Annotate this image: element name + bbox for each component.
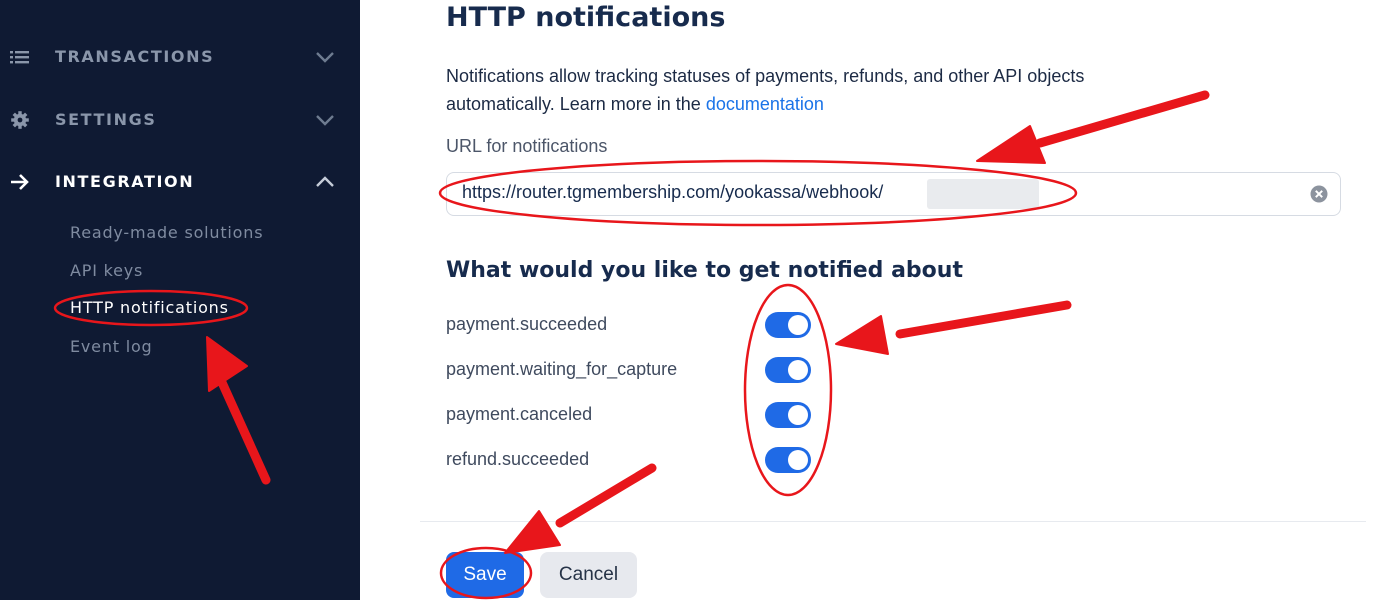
event-label: payment.waiting_for_capture — [446, 359, 678, 379]
event-toggle[interactable] — [765, 312, 811, 338]
redacted-url-part — [927, 179, 1039, 209]
clear-icon[interactable] — [1310, 185, 1328, 203]
events-title: What would you like to get notified abou… — [446, 258, 963, 283]
list-icon — [10, 51, 29, 64]
sidebar: TRANSACTIONS SETTINGS INTEGRATION Ready-… — [0, 0, 360, 600]
url-field-label: URL for notifications — [446, 136, 608, 156]
event-label: payment.canceled — [446, 404, 593, 424]
chevron-up-icon — [316, 176, 334, 187]
nav-label: SETTINGS — [55, 110, 157, 129]
event-label: payment.succeeded — [446, 314, 608, 334]
event-row: payment.waiting_for_capture — [446, 357, 846, 387]
nav-item-transactions[interactable]: TRANSACTIONS — [0, 35, 360, 79]
subitem-api-keys[interactable]: API keys — [70, 261, 143, 280]
url-input-value: https://router.tgmembership.com/yookassa… — [462, 182, 884, 202]
event-toggle[interactable] — [765, 402, 811, 428]
event-row: refund.succeeded — [446, 447, 846, 477]
event-row: payment.succeeded — [446, 312, 846, 342]
documentation-link[interactable]: documentation — [706, 94, 824, 114]
main-content: HTTP notifications Notifications allow t… — [360, 0, 1391, 600]
event-label: refund.succeeded — [446, 449, 590, 469]
subitem-ready-made-solutions[interactable]: Ready-made solutions — [70, 223, 263, 242]
description: Notifications allow tracking statuses of… — [446, 62, 1166, 118]
event-toggle[interactable] — [765, 357, 811, 383]
arrow-right-icon — [11, 174, 29, 190]
chevron-down-icon — [316, 52, 334, 63]
save-button[interactable]: Save — [446, 552, 524, 598]
event-row: payment.canceled — [446, 402, 846, 432]
chevron-down-icon — [316, 115, 334, 126]
subitem-http-notifications[interactable]: HTTP notifications — [70, 298, 229, 317]
event-toggle[interactable] — [765, 447, 811, 473]
subitem-event-log[interactable]: Event log — [70, 337, 153, 356]
gear-icon — [11, 111, 29, 129]
nav-item-settings[interactable]: SETTINGS — [0, 98, 360, 142]
divider — [420, 521, 1366, 522]
url-input[interactable]: https://router.tgmembership.com/yookassa… — [446, 172, 1341, 216]
page-title: HTTP notifications — [446, 2, 726, 33]
nav-label: TRANSACTIONS — [55, 47, 215, 66]
nav-label: INTEGRATION — [55, 172, 195, 191]
cancel-button[interactable]: Cancel — [540, 552, 637, 598]
nav-item-integration[interactable]: INTEGRATION — [0, 160, 360, 204]
